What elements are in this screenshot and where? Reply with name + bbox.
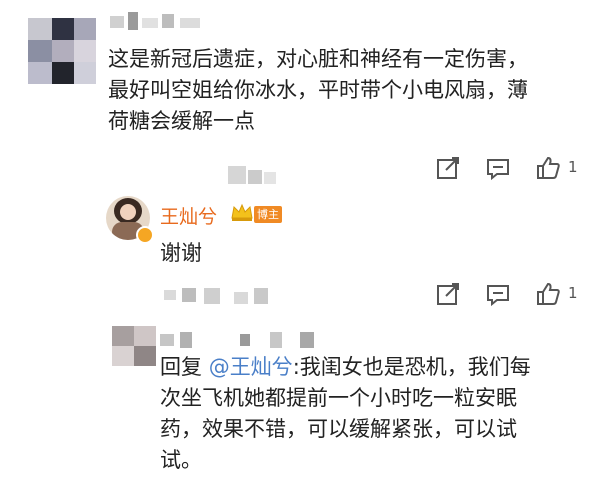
like-count: 1 (568, 158, 578, 176)
comment-button[interactable] (484, 154, 512, 182)
comment-icon (487, 159, 509, 181)
blogger-badge: 博主 (254, 206, 282, 223)
username[interactable] (110, 12, 230, 34)
like-icon (537, 156, 560, 179)
username[interactable] (160, 330, 360, 352)
reply-line: 次坐飞机她都提前一个小时吃一粒安眠 (160, 386, 517, 410)
mention-link[interactable]: @王灿兮 (209, 355, 293, 379)
crown-icon (230, 202, 254, 222)
avatar[interactable] (112, 326, 156, 366)
comment-line: 荷糖会缓解一点 (108, 109, 255, 133)
reply-line: 药，效果不错，可以缓解紧张，可以试 (160, 417, 517, 441)
reply-text: 回复 @王灿兮:我闺女也是恐机，我们每 次坐飞机她都提前一个小时吃一粒安眠 药，… (160, 352, 590, 476)
like-button[interactable] (534, 280, 562, 308)
avatar[interactable] (28, 18, 96, 84)
reply-text: 谢谢 (160, 241, 202, 265)
comment-icon (487, 285, 509, 307)
comment-line: 最好叫空姐给你冰水，平时带个小电风扇，薄 (108, 78, 528, 102)
share-icon (437, 157, 459, 179)
verified-icon (136, 226, 154, 244)
share-button[interactable] (434, 154, 462, 182)
timestamp (228, 166, 288, 188)
comment-text: 这是新冠后遗症，对心脏和神经有一定伤害， 最好叫空姐给你冰水，平时带个小电风扇，… (108, 44, 588, 137)
share-button[interactable] (434, 280, 462, 308)
reply-line: 试。 (160, 448, 202, 472)
reply-line: 回复 @王灿兮:我闺女也是恐机，我们每 (160, 355, 531, 379)
like-button[interactable] (534, 154, 562, 182)
share-icon (437, 283, 459, 305)
like-count: 1 (568, 284, 578, 302)
comment-button[interactable] (484, 280, 512, 308)
comment-line: 这是新冠后遗症，对心脏和神经有一定伤害， (108, 47, 528, 71)
timestamp (164, 286, 284, 308)
like-icon (537, 282, 560, 305)
reply-author-name[interactable]: 王灿兮 (160, 202, 217, 229)
